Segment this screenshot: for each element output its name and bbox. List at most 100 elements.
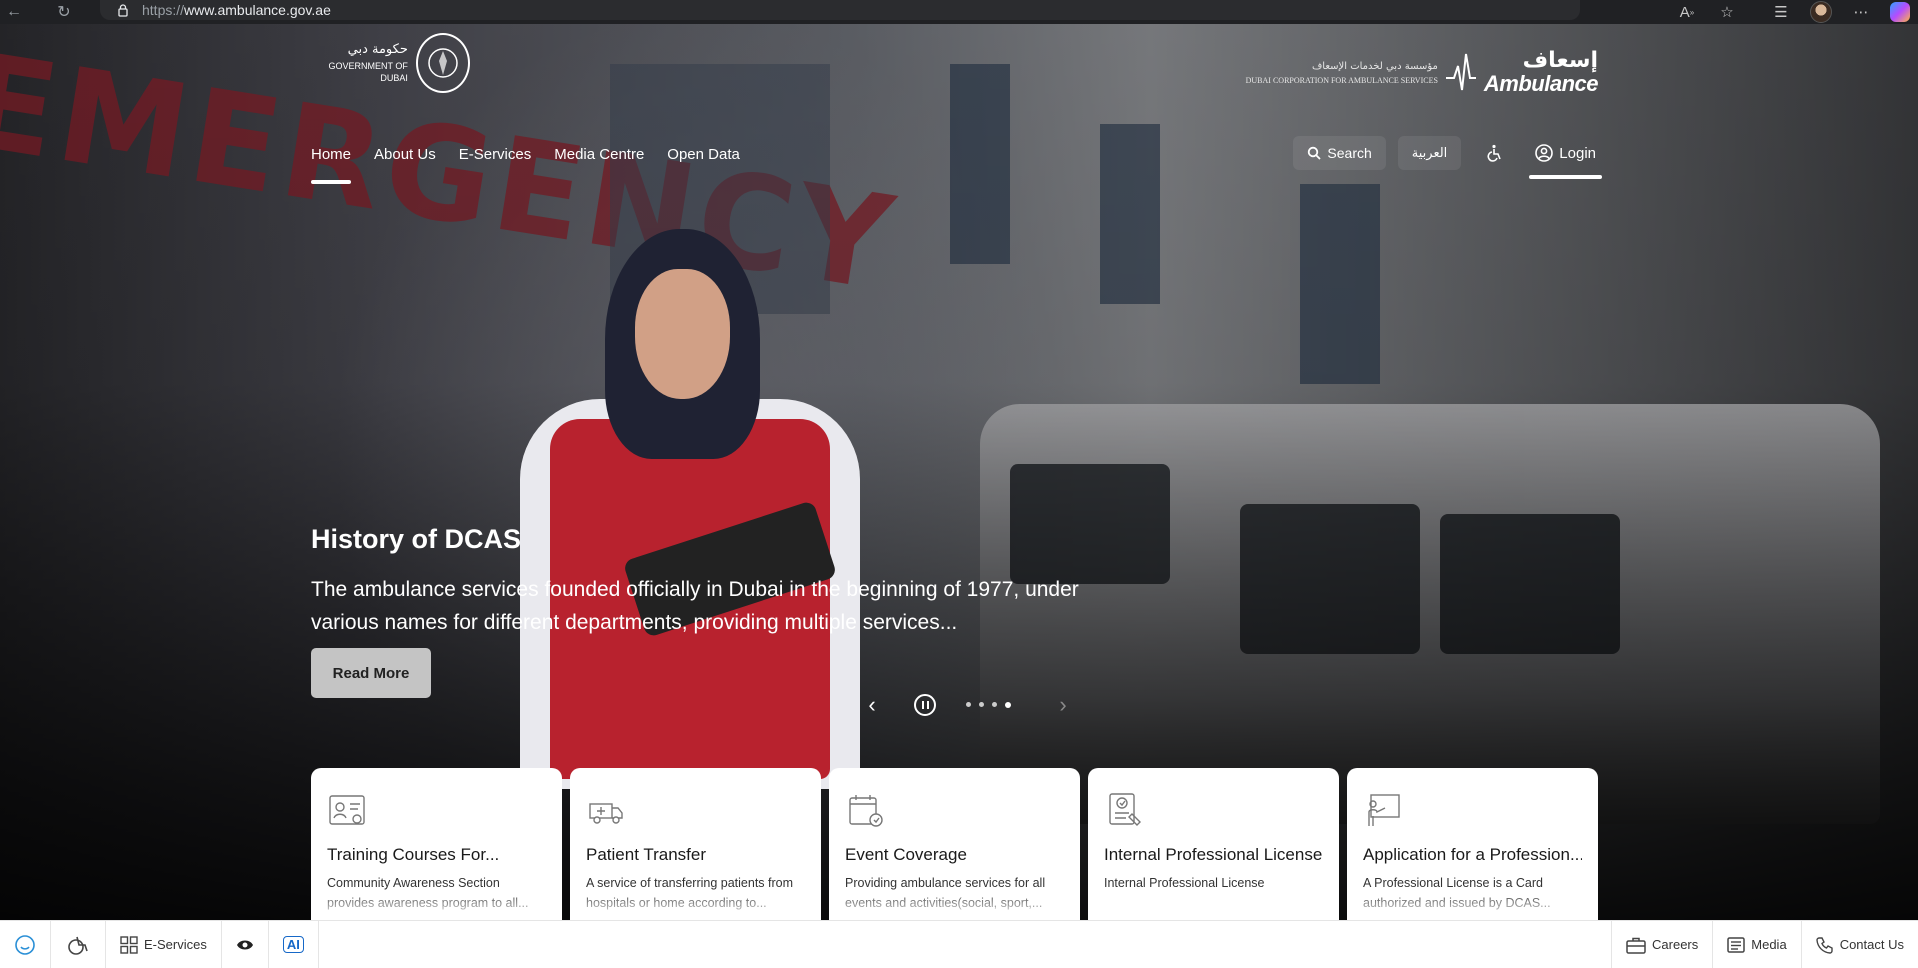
user-circle-icon [1535,144,1554,162]
grid-icon [120,935,138,954]
search-button[interactable]: Search [1293,136,1386,170]
login-button[interactable]: Login [1529,136,1602,179]
government-of-dubai-logo[interactable]: حكومة دبي GOVERNMENT OF DUBAI [310,28,470,98]
carousel-next-icon[interactable]: › [1051,692,1075,718]
lock-icon [118,4,128,17]
main-navigation: Home About Us E-Services Media Centre Op… [311,146,740,184]
dcas-corporation-name: مؤسسة دبي لخدمات الإسعاف DUBAI CORPORATI… [1246,59,1438,88]
gov-logo-arabic: حكومة دبي [347,42,408,58]
service-card-patient-transfer[interactable]: Patient Transfer A service of transferri… [570,768,821,920]
slide-description: The ambulance services founded officiall… [311,578,1079,634]
training-certificate-icon [329,795,365,825]
eye-icon [236,940,253,949]
dcas-brand-arabic: إسعاف [1522,47,1598,73]
accessibility-wheelchair-icon [1487,144,1502,162]
ai-icon: AI [282,936,304,953]
carousel-pause-icon[interactable] [914,694,936,716]
address-bar[interactable]: https://www.ambulance.gov.ae [100,0,1580,20]
careers-label: Careers [1652,937,1699,952]
newspaper-icon [1727,936,1746,953]
card-title: Training Courses For... [327,845,500,864]
card-title: Event Coverage [845,845,967,864]
contact-us-link[interactable]: Contact Us [1800,921,1918,968]
phone-icon [1815,936,1833,954]
dcas-brand-english: Ambulance [1483,70,1599,96]
ai-assistant-button[interactable]: AI [269,921,319,968]
ambulance-icon [589,803,623,824]
favorite-star-icon[interactable]: ☆ [1716,1,1738,23]
service-card-event-coverage[interactable]: Event Coverage Providing ambulance servi… [829,768,1080,920]
language-label: العربية [1411,145,1448,161]
service-card-professional-license-application[interactable]: Application for a Profession... A Profes… [1347,768,1598,920]
language-toggle-button[interactable]: العربية [1397,136,1462,170]
briefcase-icon [1626,937,1646,954]
carousel-dot[interactable] [992,702,997,707]
e-services-shortcut[interactable]: E-Services [106,921,222,968]
accessibility-tools-icon [68,936,88,955]
carousel-dot-active[interactable] [1005,702,1011,708]
ambulance-window [1240,504,1420,654]
card-description: Providing ambulance services for all eve… [845,876,1046,910]
nav-home[interactable]: Home [311,146,352,184]
accessibility-button[interactable] [1473,136,1517,170]
nav-media-centre[interactable]: Media Centre [554,146,644,163]
gov-logo-english: GOVERNMENT OF DUBAI [328,60,408,84]
nav-open-data[interactable]: Open Data [667,146,740,163]
read-more-button[interactable]: Read More [311,648,431,698]
service-card-training-courses[interactable]: Training Courses For... Community Awaren… [311,768,562,920]
card-title: Application for a Profession... [1363,845,1582,864]
heartbeat-pulse-icon [1445,53,1476,91]
dubai-emblem-icon [415,33,470,93]
dcas-corporation-arabic: مؤسسة دبي لخدمات الإسعاف [1311,60,1438,72]
reload-icon[interactable]: ↻ [50,0,78,24]
back-icon[interactable]: ← [0,0,28,24]
slide-title: History of DCAS [311,524,522,554]
carousel-prev-icon[interactable]: ‹ [860,692,884,718]
utility-navigation: Search العربية Login [1293,136,1602,179]
background-window [1300,184,1380,384]
license-icon [1109,793,1141,826]
favorites-list-icon[interactable]: ☰ [1770,1,1792,23]
ambulance-window [1010,464,1170,584]
paramedic-face [635,269,730,399]
ambulance-window [1440,514,1620,654]
url-protocol: https:// [142,2,185,18]
more-options-icon[interactable]: ⋯ [1850,1,1872,23]
carousel-dot[interactable] [966,702,971,707]
smiley-icon [15,934,35,955]
service-card-internal-professional-license[interactable]: Internal Professional License Internal P… [1088,768,1339,920]
gov-logo-text: حكومة دبي GOVERNMENT OF DUBAI [310,41,408,84]
dcas-logo[interactable]: مؤسسة دبي لخدمات الإسعاف DUBAI CORPORATI… [1246,47,1599,98]
dcas-brand: إسعاف Ambulance [1483,47,1599,96]
search-icon [1308,146,1322,160]
nav-about-us[interactable]: About Us [374,146,436,163]
carousel-controls: ‹ › [860,692,1075,718]
background-window [1100,124,1160,304]
service-cards: Training Courses For... Community Awaren… [311,768,1598,920]
url-host: www.ambulance.gov.ae [184,2,331,18]
carousel-dot[interactable] [979,702,984,707]
presentation-icon [1368,794,1400,826]
nav-e-services[interactable]: E-Services [459,146,532,163]
card-title: Patient Transfer [586,845,707,864]
card-description: A Professional License is a Card authori… [1363,876,1551,910]
card-description: Internal Professional License [1104,876,1265,890]
accessibility-tools-button[interactable] [51,921,106,968]
search-label: Search [1327,145,1372,161]
copilot-icon[interactable] [1890,2,1910,22]
media-link[interactable]: Media [1712,921,1800,968]
contact-us-label: Contact Us [1839,937,1904,952]
e-services-label: E-Services [144,937,207,952]
background-window [950,64,1010,264]
ambulance-vehicle-image [980,404,1880,824]
view-toggle-button[interactable] [222,921,269,968]
profile-avatar[interactable] [1810,1,1832,23]
careers-link[interactable]: Careers [1611,921,1712,968]
happiness-meter-button[interactable] [0,921,51,968]
card-description: A service of transferring patients from … [586,876,794,910]
paramedic-image [520,229,860,789]
login-label: Login [1559,144,1596,162]
bottom-toolbar: E-Services AI Careers Media Contact Us [0,920,1918,968]
card-title: Internal Professional License [1104,845,1323,864]
read-aloud-icon[interactable]: A» [1676,1,1698,23]
